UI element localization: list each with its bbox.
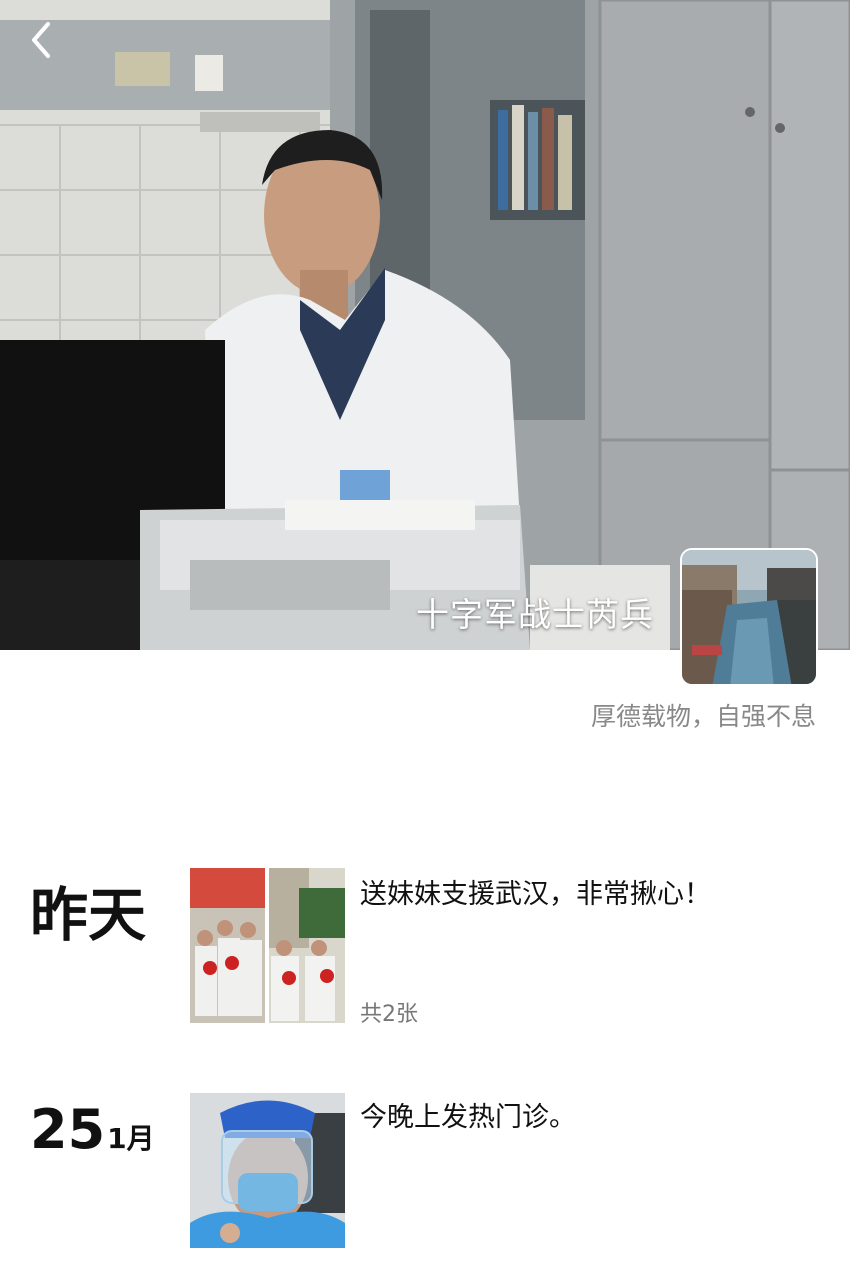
profile-avatar[interactable] <box>680 548 818 686</box>
avatar-image <box>682 550 816 684</box>
back-button[interactable] <box>22 18 62 62</box>
post-text[interactable]: 今晚上发热门诊。 <box>360 1095 576 1134</box>
post-photo-2 <box>269 868 345 1023</box>
post-thumbnail[interactable] <box>269 868 345 1023</box>
date-month: 1月 <box>107 1122 155 1155</box>
post-text[interactable]: 送妹妹支援武汉，非常揪心！ <box>360 872 711 911</box>
feed-date-label: 251月 <box>30 1098 155 1161</box>
photo-count: 共2张 <box>360 1002 418 1027</box>
chevron-left-icon <box>32 22 50 58</box>
date-day: 25 <box>30 1098 106 1161</box>
post-photo-3 <box>190 1093 345 1248</box>
profile-nickname: 十字军战士芮兵 <box>416 595 654 634</box>
post-photo-1 <box>190 868 265 1023</box>
post-thumbnail[interactable] <box>190 868 265 1023</box>
feed-date-label: 昨天 <box>30 881 147 949</box>
post-thumbnail[interactable] <box>190 1093 345 1248</box>
profile-signature: 厚德载物，自强不息 <box>590 702 816 731</box>
